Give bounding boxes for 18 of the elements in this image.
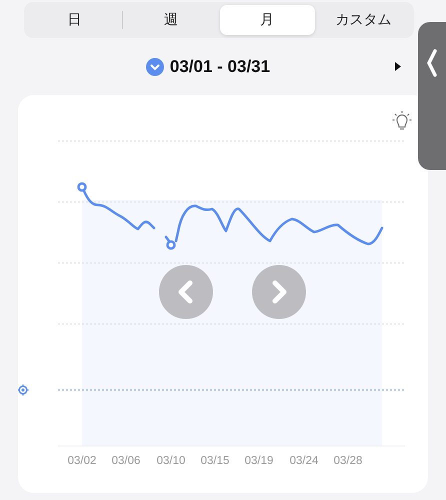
axis-label: 03/15	[200, 455, 230, 467]
axis-label: 03/10	[156, 455, 186, 467]
date-range-label: 03/01 - 03/31	[170, 57, 270, 77]
side-panel-handle[interactable]	[418, 22, 446, 170]
axis-label: 03/06	[112, 455, 140, 467]
target-icon	[18, 384, 30, 396]
axis-label: 03/24	[290, 455, 318, 467]
lightbulb-icon[interactable]	[392, 110, 412, 130]
play-icon[interactable]	[395, 62, 401, 71]
period-tab[interactable]: 月	[220, 5, 315, 35]
period-tab[interactable]: 週	[123, 5, 218, 35]
period-tab[interactable]: カスタム	[316, 5, 411, 35]
dropdown-icon[interactable]	[146, 58, 164, 76]
axis-label: 03/02	[68, 455, 96, 467]
axis-label: 03/28	[334, 455, 362, 467]
axis-label: 03/19	[244, 455, 274, 467]
chevron-left-icon	[427, 49, 437, 77]
period-tab[interactable]: 日	[27, 5, 122, 35]
